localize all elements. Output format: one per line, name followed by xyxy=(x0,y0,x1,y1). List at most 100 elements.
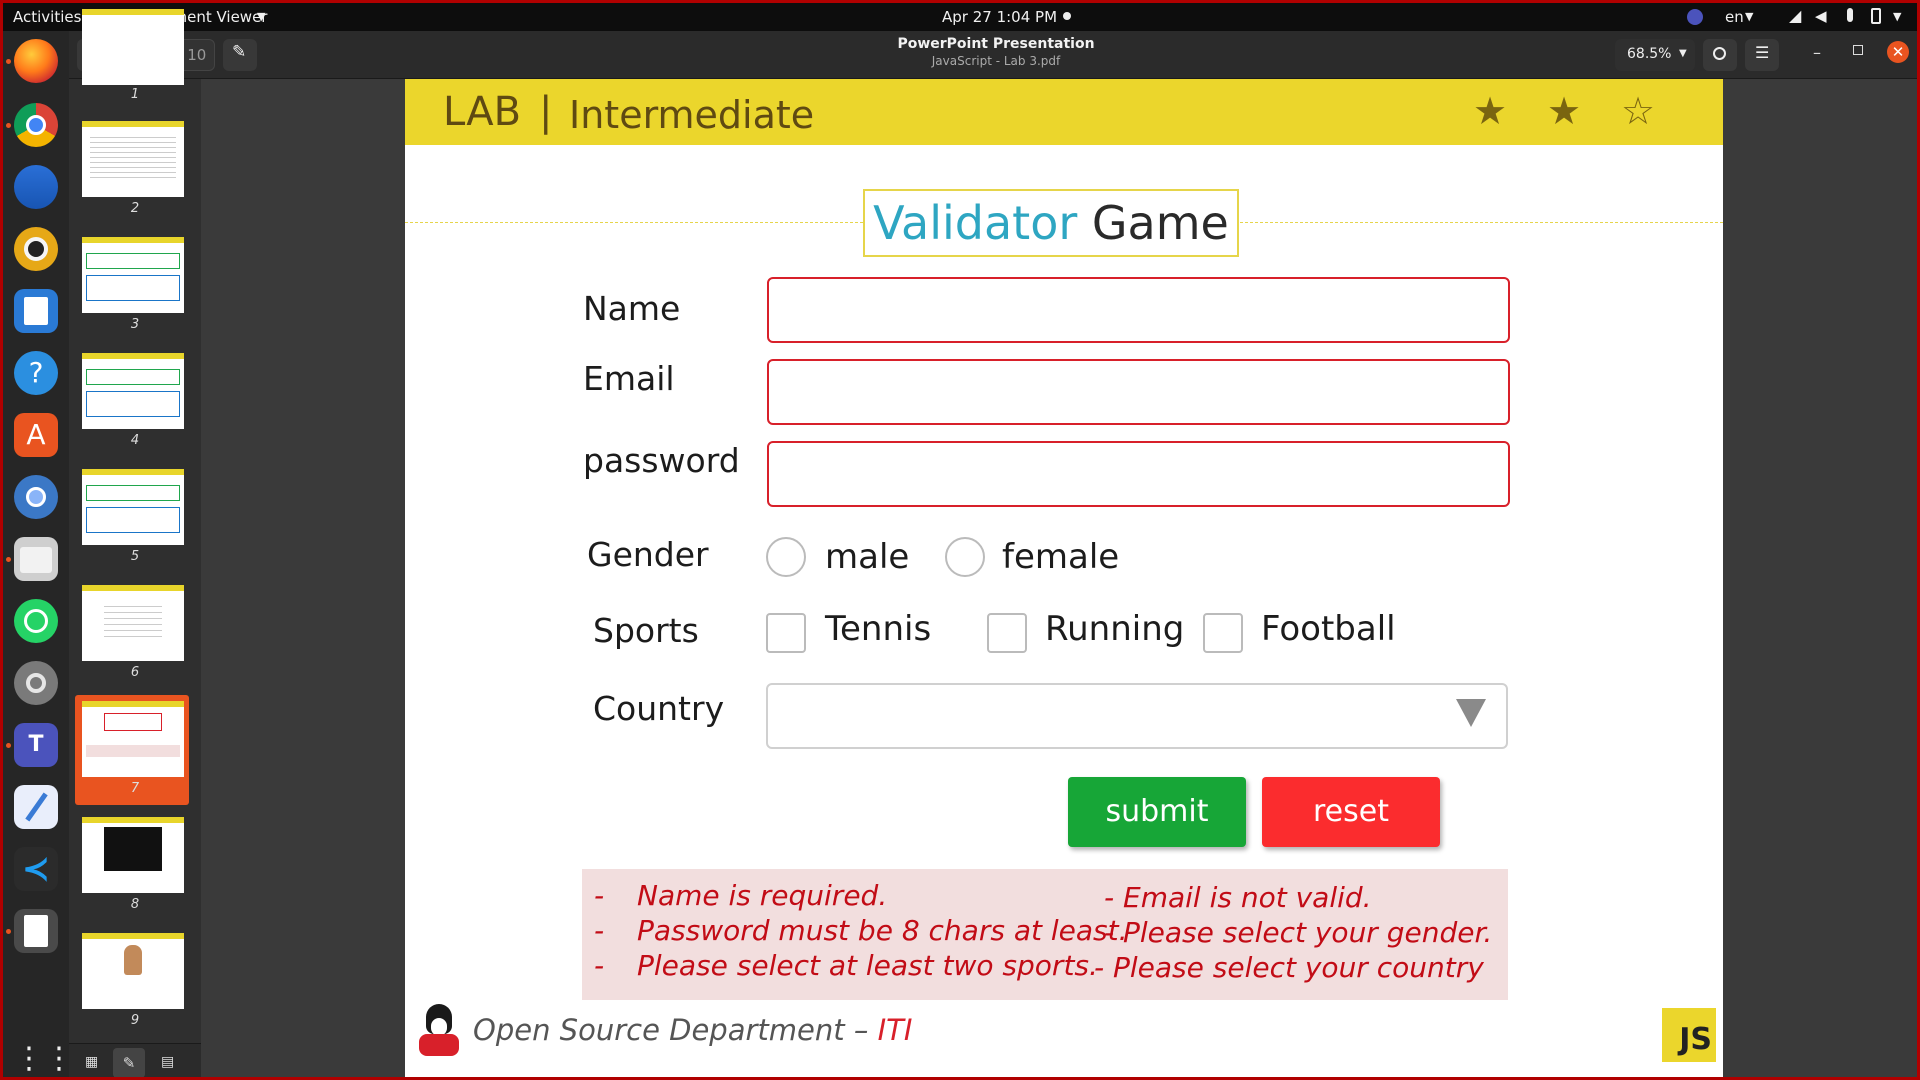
error-message: - Please select your country xyxy=(1094,951,1484,984)
thumbnail-page-7[interactable] xyxy=(82,701,184,777)
annotations-view-icon[interactable]: ✎ xyxy=(113,1048,145,1077)
activities-button[interactable]: Activities xyxy=(13,8,81,26)
level-label: Intermediate xyxy=(569,93,815,137)
thumbnail-page-3[interactable] xyxy=(82,237,184,313)
wifi-icon[interactable]: ◢ xyxy=(1789,6,1801,25)
js-badge: JS xyxy=(1662,1008,1716,1062)
password-field[interactable] xyxy=(767,441,1510,507)
thumbnail-page-1[interactable] xyxy=(82,9,184,85)
rhythmbox-icon[interactable] xyxy=(14,227,58,271)
star-filled-icon: ★ xyxy=(1547,89,1582,133)
title-part-validator: Validator xyxy=(873,196,1078,250)
zoom-value: 68.5% xyxy=(1627,46,1672,62)
volume-icon[interactable]: ◀ xyxy=(1815,7,1827,25)
tux-logo-icon xyxy=(417,1004,461,1058)
help-icon[interactable]: ? xyxy=(14,351,58,395)
sports-option-label: Football xyxy=(1261,609,1396,649)
thumbnail-page-8[interactable] xyxy=(82,817,184,893)
search-icon xyxy=(1713,47,1726,60)
sports-label: Sports xyxy=(593,611,699,650)
thumbnails-view-icon[interactable]: ▦ xyxy=(85,1054,98,1070)
text-editor-icon[interactable] xyxy=(14,785,58,829)
thumbnail-page-6[interactable] xyxy=(82,585,184,661)
document-view[interactable]: LAB | Intermediate ★ ★ ☆ Validator Game … xyxy=(201,79,1917,1077)
thumbnail-page-4[interactable] xyxy=(82,353,184,429)
footer-department: Open Source Department – xyxy=(473,1013,878,1047)
zoom-select[interactable]: 68.5% ▼ xyxy=(1615,39,1695,71)
battery-icon[interactable] xyxy=(1871,8,1881,24)
submit-button[interactable]: submit xyxy=(1068,777,1246,847)
country-select[interactable] xyxy=(766,683,1508,749)
sports-option-label: Running xyxy=(1045,609,1185,649)
thumbnail-number: 5 xyxy=(130,549,140,564)
chrome-icon[interactable] xyxy=(14,103,58,147)
vscode-icon[interactable]: ≺ xyxy=(14,847,58,891)
teams-icon[interactable]: T xyxy=(14,723,58,767)
hamburger-icon: ☰ xyxy=(1755,43,1770,62)
error-bullet: - xyxy=(594,879,605,912)
viewer-header-bar: 7 of 10 ✎ PowerPoint Presentation JavaSc… xyxy=(69,31,1917,79)
close-icon[interactable]: ✕ xyxy=(1887,41,1909,63)
teams-tray-icon[interactable] xyxy=(1687,9,1703,25)
document-viewer-icon[interactable] xyxy=(14,909,58,953)
country-label: Country xyxy=(593,689,725,728)
search-button[interactable] xyxy=(1703,39,1737,71)
whatsapp-icon[interactable] xyxy=(14,599,58,643)
sports-tennis-checkbox[interactable] xyxy=(766,613,806,653)
password-label: password xyxy=(583,441,740,480)
dropdown-arrow-icon xyxy=(1456,699,1486,727)
error-message: - Email is not valid. xyxy=(1104,881,1372,914)
sports-running-checkbox[interactable] xyxy=(987,613,1027,653)
settings-icon[interactable] xyxy=(14,661,58,705)
microphone-icon[interactable] xyxy=(1847,8,1853,22)
thumbnail-sidebar: 1 2 3 4 5 6 7 8 9 ▦ ✎ ▤ xyxy=(69,9,201,1077)
thumbnail-page-5[interactable] xyxy=(82,469,184,545)
error-bullet: - xyxy=(594,914,605,947)
thumbnail-number: 9 xyxy=(130,1013,140,1028)
clock[interactable]: Apr 27 1:04 PM xyxy=(942,8,1057,26)
thunderbird-icon[interactable] xyxy=(14,165,58,209)
slide-header-band: LAB | Intermediate ★ ★ ☆ xyxy=(405,79,1723,145)
minimize-icon[interactable]: – xyxy=(1813,43,1821,62)
thumbnail-number: 3 xyxy=(130,317,140,332)
slide-page: LAB | Intermediate ★ ★ ☆ Validator Game … xyxy=(405,79,1723,1077)
chromium-icon[interactable] xyxy=(14,475,58,519)
show-applications-icon[interactable]: ⋮⋮ xyxy=(14,1037,74,1077)
email-field[interactable] xyxy=(767,359,1510,425)
email-label: Email xyxy=(583,359,675,398)
notification-dot-icon xyxy=(1063,12,1071,20)
files-icon[interactable] xyxy=(14,537,58,581)
name-label: Name xyxy=(583,289,681,328)
thumbnail-number: 6 xyxy=(130,665,140,680)
gender-female-radio[interactable] xyxy=(945,537,985,577)
sports-option-label: Tennis xyxy=(825,609,932,649)
title-part-game: Game xyxy=(1091,196,1229,250)
error-message: Please select at least two sports. xyxy=(637,949,1098,982)
reset-button[interactable]: reset xyxy=(1262,777,1440,847)
gender-option-label: male xyxy=(825,537,910,577)
lab-label: LAB xyxy=(443,89,522,135)
language-indicator[interactable]: en xyxy=(1725,8,1744,26)
firefox-icon[interactable] xyxy=(14,39,58,83)
sidebar-mode-bar: ▦ ✎ ▤ xyxy=(69,1043,201,1077)
thumbnail-number: 8 xyxy=(130,897,140,912)
language-chevron-icon: ▼ xyxy=(1745,10,1754,23)
sports-football-checkbox[interactable] xyxy=(1203,613,1243,653)
star-filled-icon: ★ xyxy=(1473,89,1508,133)
thumbnail-number: 2 xyxy=(130,201,140,216)
name-field[interactable] xyxy=(767,277,1510,343)
error-message: Password must be 8 chars at least. xyxy=(637,914,1128,947)
software-center-icon[interactable]: A xyxy=(14,413,58,457)
gender-male-radio[interactable] xyxy=(766,537,806,577)
error-bullet: - xyxy=(594,949,605,982)
system-menu-chevron-icon[interactable]: ▼ xyxy=(1893,10,1901,23)
error-message: Name is required. xyxy=(637,879,888,912)
thumbnail-number: 1 xyxy=(130,87,140,102)
libreoffice-writer-icon[interactable] xyxy=(14,289,58,333)
maximize-icon[interactable] xyxy=(1853,45,1863,55)
main-menu-button[interactable]: ☰ xyxy=(1745,39,1779,71)
thumbnail-page-9[interactable] xyxy=(82,933,184,1009)
thumbnail-page-2[interactable] xyxy=(82,121,184,197)
header-separator: | xyxy=(539,89,553,135)
bookmarks-view-icon[interactable]: ▤ xyxy=(161,1054,174,1070)
